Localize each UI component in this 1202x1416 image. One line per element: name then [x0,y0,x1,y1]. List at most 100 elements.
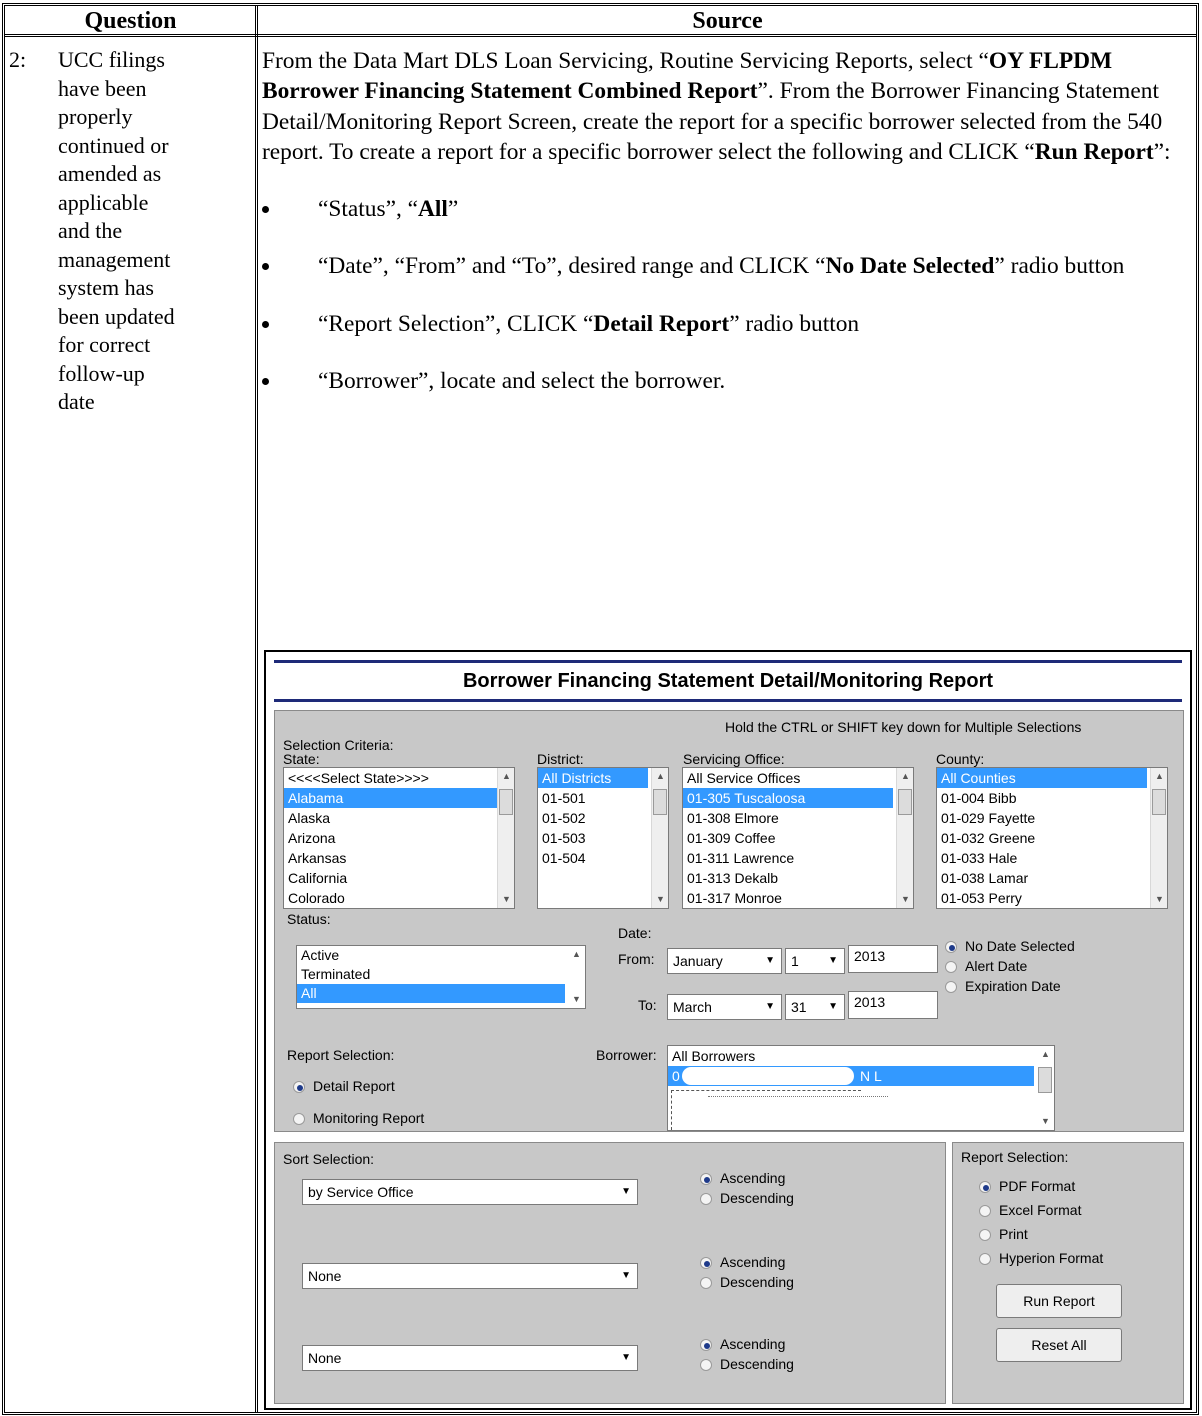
list-item[interactable]: All Counties [937,768,1147,788]
bullet-bold: Detail Report [593,310,730,337]
scroll-thumb[interactable] [653,789,667,815]
to-month-select[interactable]: March ▼ [667,994,782,1020]
scroll-thumb[interactable] [499,789,513,815]
pdf-format-radio[interactable]: PDF Format [979,1177,1075,1195]
list-item[interactable]: All [297,984,565,1003]
list-item[interactable]: Arkansas [284,848,514,868]
list-item[interactable]: All Districts [538,768,648,788]
sort-2-descending-radio[interactable]: Descending [700,1273,794,1291]
scroll-up-icon[interactable]: ▲ [1151,768,1167,785]
scroll-thumb[interactable] [1038,1067,1052,1093]
list-item[interactable]: 01-053 Perry [937,888,1167,908]
list-item[interactable]: 0 N L [668,1066,1034,1086]
scroll-up-icon[interactable]: ▲ [652,768,668,785]
scroll-up-icon[interactable]: ▲ [498,768,514,785]
scrollbar[interactable]: ▲ ▼ [896,768,913,908]
list-item[interactable]: 01-033 Hale [937,848,1167,868]
radio-off-icon [945,961,957,973]
county-listbox[interactable]: All Counties 01-004 Bibb 01-029 Fayette … [936,767,1168,909]
scroll-down-icon[interactable]: ▼ [897,891,913,908]
scroll-down-icon[interactable]: ▼ [568,991,585,1008]
list-item[interactable]: Colorado [284,888,514,908]
sort-2-ascending-radio[interactable]: Ascending [700,1253,785,1271]
redaction-mark [682,1067,854,1085]
print-radio[interactable]: Print [979,1225,1028,1243]
to-day-select[interactable]: 31 ▼ [785,994,845,1020]
report-title: Borrower Financing Statement Detail/Moni… [274,660,1182,702]
scroll-thumb[interactable] [898,789,912,815]
sort-1-select[interactable]: by Service Office ▼ [302,1179,638,1205]
list-item[interactable]: Arizona [284,828,514,848]
detail-report-radio[interactable]: Detail Report [293,1077,395,1095]
intro-text: ”: [1153,138,1171,165]
list-item[interactable]: 01-305 Tuscaloosa [683,788,893,808]
list-item[interactable]: 01-502 [538,808,668,828]
scroll-up-icon[interactable]: ▲ [897,768,913,785]
scroll-down-icon[interactable]: ▼ [1151,891,1167,908]
list-item[interactable]: 01-503 [538,828,668,848]
scroll-down-icon[interactable]: ▼ [652,891,668,908]
list-item[interactable]: California [284,868,514,888]
reset-all-button[interactable]: Reset All [996,1328,1122,1362]
no-date-selected-radio[interactable]: No Date Selected [945,937,1075,955]
list-item[interactable]: 01-308 Elmore [683,808,913,828]
radio-on-icon [700,1173,712,1185]
sort-1-ascending-radio[interactable]: Ascending [700,1169,785,1187]
list-item[interactable]: 01-501 [538,788,668,808]
state-listbox[interactable]: <<<<Select State>>>> Alabama Alaska Ariz… [283,767,515,909]
list-item[interactable]: 01-504 [538,848,668,868]
radio-label: PDF Format [999,1178,1076,1194]
list-item[interactable]: 01-038 Lamar [937,868,1167,888]
from-year-input[interactable]: 2013 [848,945,938,973]
scrollbar[interactable]: ▲ ▼ [651,768,668,908]
monitoring-report-radio[interactable]: Monitoring Report [293,1109,424,1127]
list-item[interactable]: 01-311 Lawrence [683,848,913,868]
scrollbar[interactable]: ▲ ▼ [1037,1046,1054,1130]
borrower-name-end: N L [860,1068,882,1084]
list-item[interactable]: Terminated [297,965,585,984]
scroll-thumb[interactable] [1152,789,1166,815]
excel-format-radio[interactable]: Excel Format [979,1201,1081,1219]
borrower-listbox[interactable]: All Borrowers 0 N L ▲ ▼ [667,1045,1055,1131]
scrollbar[interactable]: ▲ ▼ [568,946,585,1008]
from-day-select[interactable]: 1 ▼ [785,948,845,974]
list-item[interactable]: Active [297,946,585,965]
expiration-date-radio[interactable]: Expiration Date [945,977,1061,995]
scrollbar[interactable]: ▲ ▼ [497,768,514,908]
list-item[interactable]: 01-029 Fayette [937,808,1167,828]
alert-date-radio[interactable]: Alert Date [945,957,1027,975]
run-report-button[interactable]: Run Report [996,1284,1122,1318]
list-item[interactable]: <<<<Select State>>>> [284,768,514,788]
scroll-up-icon[interactable]: ▲ [568,946,585,963]
chevron-down-icon: ▼ [765,955,775,966]
sort-2-select[interactable]: None ▼ [302,1263,638,1289]
list-item[interactable]: 01-032 Greene [937,828,1167,848]
district-listbox[interactable]: All Districts 01-501 01-502 01-503 01-50… [537,767,669,909]
bullet-text: “Borrower”, locate and select the borrow… [318,368,726,395]
list-item: “Status”, “All” [262,194,1197,224]
chevron-down-icon: ▼ [828,1001,838,1012]
scroll-up-icon[interactable]: ▲ [1037,1046,1054,1063]
hyperion-format-radio[interactable]: Hyperion Format [979,1249,1103,1267]
borrower-name-start: 0 [672,1068,680,1084]
radio-label: Monitoring Report [313,1110,425,1126]
sort-3-descending-radio[interactable]: Descending [700,1355,794,1373]
from-month-select[interactable]: January ▼ [667,948,782,974]
list-item[interactable]: All Borrowers [668,1046,1054,1066]
list-item[interactable]: 01-313 Dekalb [683,868,913,888]
sort-3-ascending-radio[interactable]: Ascending [700,1335,785,1353]
list-item[interactable]: All Service Offices [683,768,913,788]
status-listbox[interactable]: Active Terminated All ▲ ▼ [296,945,586,1009]
sort-1-descending-radio[interactable]: Descending [700,1189,794,1207]
servicing-office-listbox[interactable]: All Service Offices 01-305 Tuscaloosa 01… [682,767,914,909]
list-item[interactable]: Alabama [284,788,514,808]
scrollbar[interactable]: ▲ ▼ [1150,768,1167,908]
scroll-down-icon[interactable]: ▼ [1037,1113,1054,1130]
sort-3-select[interactable]: None ▼ [302,1345,638,1371]
list-item[interactable]: Alaska [284,808,514,828]
to-year-input[interactable]: 2013 [848,991,938,1019]
list-item[interactable]: 01-317 Monroe [683,888,913,908]
scroll-down-icon[interactable]: ▼ [498,891,514,908]
list-item[interactable]: 01-309 Coffee [683,828,913,848]
list-item[interactable]: 01-004 Bibb [937,788,1167,808]
